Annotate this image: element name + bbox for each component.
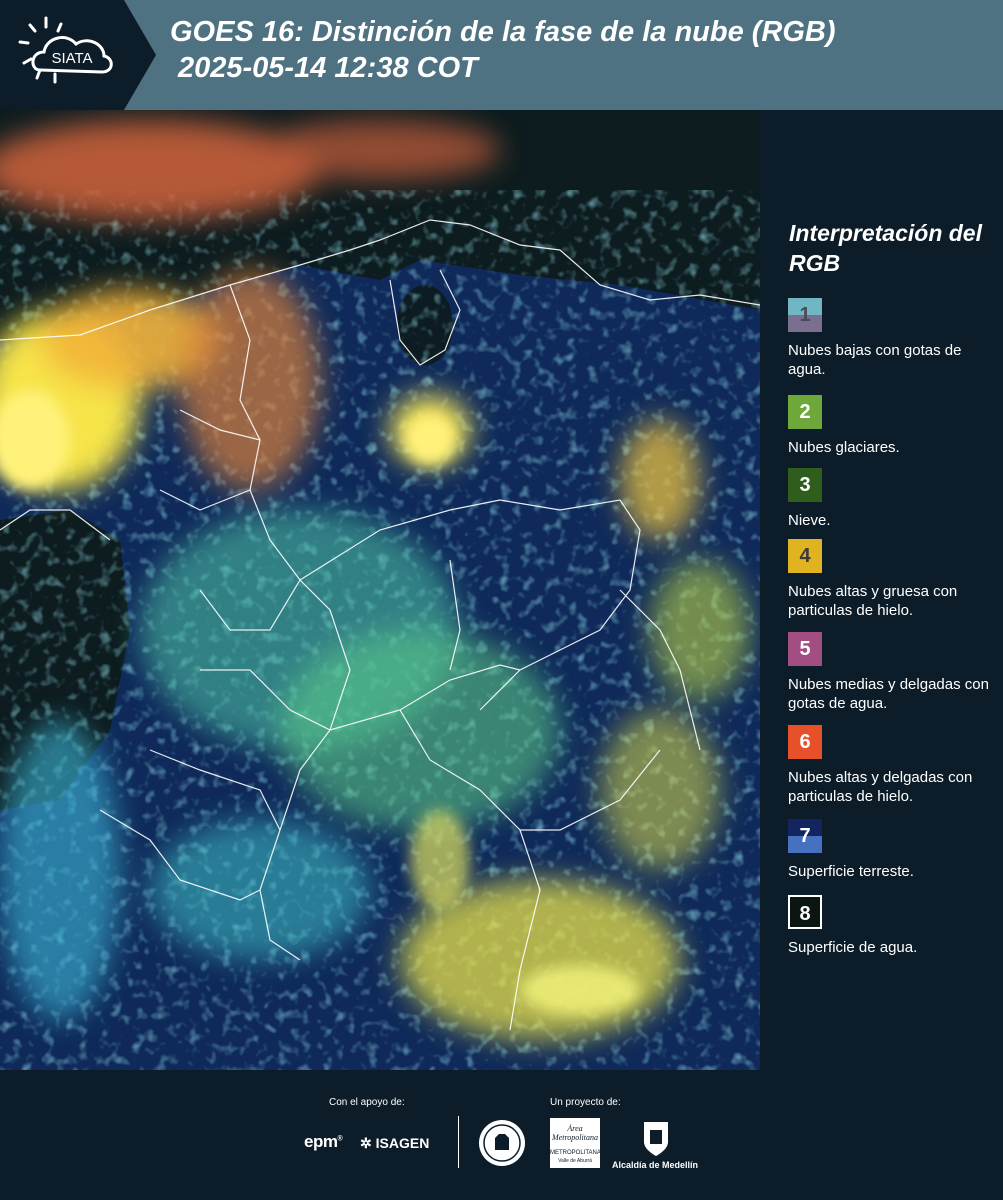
satellite-rgb-map bbox=[0, 110, 760, 1070]
footer: Con el apoyo de: Un proyecto de: epm® ✲ … bbox=[0, 1070, 1003, 1200]
legend-swatch-4: 4 bbox=[788, 539, 822, 573]
legend-swatch-6: 6 bbox=[788, 725, 822, 759]
header-bar: SIATA GOES 16: Distinción de la fase de … bbox=[0, 0, 1003, 110]
siata-logo: SIATA bbox=[0, 0, 156, 110]
isagen-mark-icon: ✲ bbox=[360, 1135, 372, 1151]
page-title: GOES 16: Distinción de la fase de la nub… bbox=[170, 14, 836, 86]
legend-item-6: 6 Nubes altas y delgadas con particulas … bbox=[788, 725, 998, 806]
legend-label-6: Nubes altas y delgadas con particulas de… bbox=[788, 769, 973, 805]
legend-swatch-3: 3 bbox=[788, 468, 822, 502]
legend-item-4: 4 Nubes altas y gruesa con particulas de… bbox=[788, 539, 998, 620]
legend-label-5: Nubes medias y delgadas con gotas de agu… bbox=[788, 676, 989, 712]
legend-swatch-8: 8 bbox=[788, 895, 822, 929]
project-label: Un proyecto de: bbox=[550, 1097, 621, 1108]
footer-divider bbox=[458, 1116, 459, 1168]
legend-panel: Interpretación del RGB 1 Nubes bajas con… bbox=[778, 110, 1000, 1070]
alcaldia-medellin-label: Alcaldía de Medellín bbox=[612, 1160, 699, 1170]
isagen-logo: ✲ ISAGEN bbox=[360, 1135, 430, 1151]
legend-item-2: 2 Nubes glaciares. bbox=[788, 395, 998, 457]
area-metropolitana-valle: Valle de Aburrá bbox=[558, 1158, 592, 1164]
area-metropolitana-name: Área Metropolitana Valle de Aburrá bbox=[552, 1124, 598, 1142]
legend-item-8: 8 Superficie de agua. bbox=[788, 895, 998, 957]
medellin-shield-icon bbox=[644, 1122, 668, 1156]
legend-swatch-2: 2 bbox=[788, 395, 822, 429]
legend-swatch-7: 7 bbox=[788, 819, 822, 853]
legend-item-3: 3 Nieve. bbox=[788, 468, 998, 530]
legend-label-8: Superficie de agua. bbox=[788, 939, 918, 956]
legend-label-3: Nieve. bbox=[788, 512, 831, 529]
title-product: GOES 16: Distinción de la fase de la nub… bbox=[170, 16, 836, 48]
legend-swatch-5: 5 bbox=[788, 632, 822, 666]
legend-label-2: Nubes glaciares. bbox=[788, 439, 900, 456]
legend-label-4: Nubes altas y gruesa con particulas de h… bbox=[788, 583, 958, 619]
legend-item-5: 5 Nubes medias y delgadas con gotas de a… bbox=[788, 632, 998, 713]
legend-label-1: Nubes bajas con gotas de agua. bbox=[788, 342, 962, 378]
support-label: Con el apoyo de: bbox=[329, 1097, 405, 1108]
epm-logo: epm® bbox=[304, 1132, 343, 1151]
title-datetime: 2025-05-14 12:38 COT bbox=[178, 52, 478, 84]
legend-title: Interpretación del RGB bbox=[789, 220, 982, 276]
legend-label-7: Superficie terreste. bbox=[788, 863, 914, 880]
area-metropolitana-logo: Área Metropolitana Valle de Aburrá METRO… bbox=[550, 1118, 601, 1168]
siata-logo-text: SIATA bbox=[51, 50, 92, 67]
area-metropolitana-sub: METROPOLITANA bbox=[550, 1150, 601, 1156]
area-metropolitana-seal-logo bbox=[477, 1118, 527, 1168]
legend-swatch-1: 1 bbox=[788, 298, 822, 332]
alcaldia-medellin-logo bbox=[640, 1118, 672, 1158]
legend-item-7: 7 Superficie terreste. bbox=[788, 819, 998, 881]
legend-item-1: 1 Nubes bajas con gotas de agua. bbox=[788, 298, 998, 379]
